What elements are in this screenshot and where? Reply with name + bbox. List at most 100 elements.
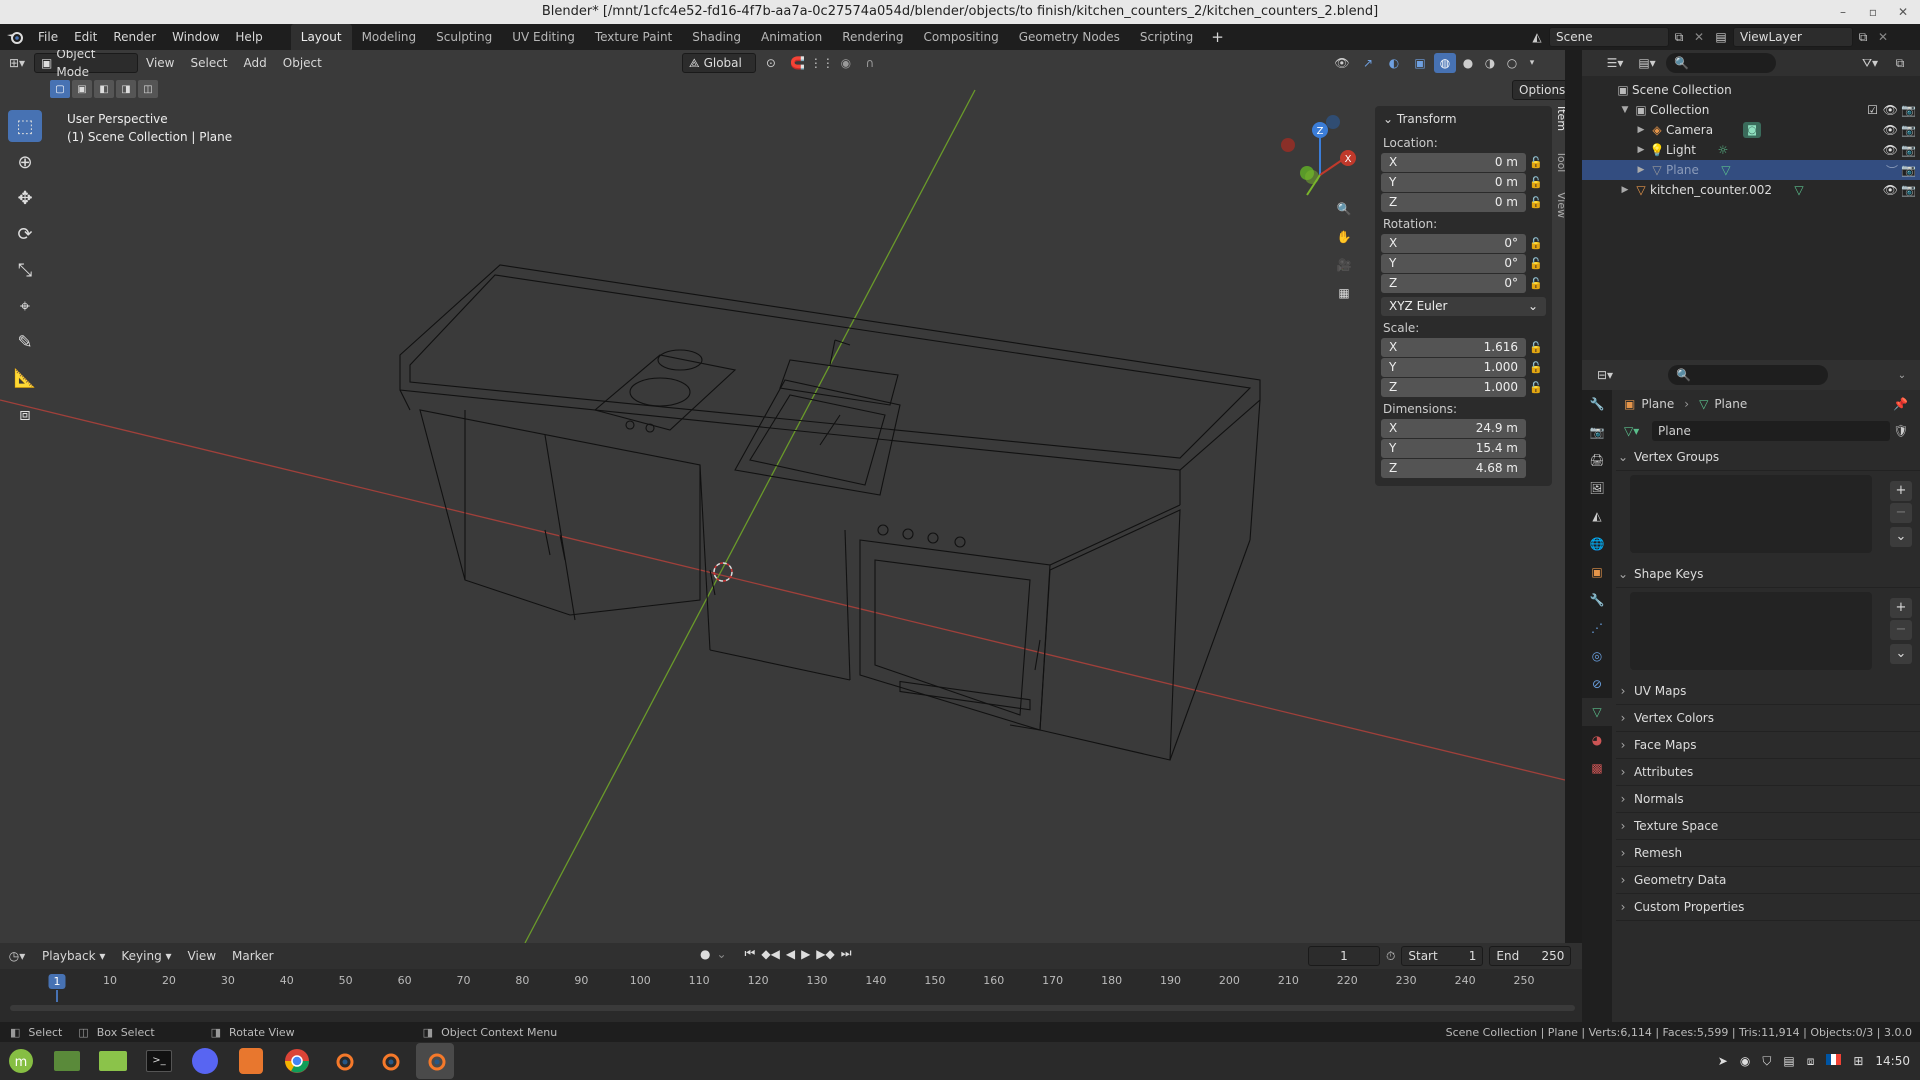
custom-properties-panel-header[interactable]: › Custom Properties — [1616, 894, 1920, 921]
add-workspace-icon[interactable]: + — [1203, 24, 1232, 50]
mesh-data-icon[interactable]: ▽ — [1790, 183, 1808, 197]
discord-icon[interactable] — [186, 1043, 224, 1079]
mesh-name-field[interactable]: Plane — [1652, 421, 1890, 441]
mesh-data-props-icon[interactable]: ▽ — [1582, 698, 1612, 726]
terminal-icon[interactable]: >_ — [140, 1043, 178, 1079]
rendered-shading-icon[interactable]: ○ — [1502, 56, 1522, 70]
mode-selector[interactable]: ▣ Object Mode — [34, 50, 138, 79]
camera-data-icon[interactable]: ◙ — [1743, 122, 1762, 138]
view-layer-props-icon[interactable]: 🖼 — [1582, 474, 1612, 502]
eye-icon[interactable]: 👁 — [1883, 123, 1898, 137]
wireframe-shading-icon[interactable]: ◍ — [1434, 53, 1456, 73]
properties-editor-icon[interactable]: ⊟▾ — [1590, 368, 1620, 382]
camera-render-icon[interactable]: 📷 — [1901, 103, 1916, 117]
blender-app-icon-active[interactable] — [416, 1043, 454, 1079]
pan-hand-icon[interactable]: ✋ — [1330, 223, 1358, 251]
outliner-item-kitchen-counter[interactable]: ▶ ▽ kitchen_counter.002 ▽ 👁 📷 — [1582, 180, 1920, 200]
remove-vertex-group-icon[interactable]: − — [1890, 503, 1912, 523]
new-collection-icon[interactable]: ⧉ — [1888, 56, 1912, 71]
dimensions-x-field[interactable]: X 24.9 m — [1381, 419, 1526, 438]
outliner-search-input[interactable]: 🔍 — [1666, 53, 1776, 73]
lock-icon[interactable]: 🔓 — [1526, 176, 1546, 189]
timeline-scrollbar[interactable] — [10, 1005, 1575, 1011]
add-cube-tool-icon[interactable]: ⧈ — [8, 398, 42, 430]
keyboard-layout-icon[interactable] — [1826, 1054, 1842, 1068]
rotation-y-field[interactable]: Y 0° — [1381, 254, 1526, 273]
shape-key-specials-icon[interactable]: ⌄ — [1890, 644, 1912, 664]
add-vertex-group-icon[interactable]: + — [1890, 481, 1912, 501]
tab-modeling[interactable]: Modeling — [352, 24, 427, 50]
scale-x-field[interactable]: X 1.616 — [1381, 338, 1526, 357]
scale-z-field[interactable]: Z 1.000 — [1381, 378, 1526, 397]
tab-shading[interactable]: Shading — [682, 24, 751, 50]
blender-app-icon-1[interactable] — [324, 1043, 362, 1079]
lock-icon[interactable]: 🔓 — [1526, 257, 1546, 270]
move-tool-icon[interactable]: ✥ — [8, 182, 42, 214]
transform-panel-header[interactable]: ⌄ Transform — [1375, 106, 1552, 132]
checkbox-icon[interactable]: ☑ — [1867, 103, 1878, 117]
dimensions-y-field[interactable]: Y 15.4 m — [1381, 439, 1526, 458]
face-maps-panel-header[interactable]: › Face Maps — [1616, 732, 1920, 759]
location-x-field[interactable]: X0 m — [1381, 153, 1526, 172]
network-icon[interactable]: ⊞ — [1853, 1054, 1863, 1068]
visibility-icon[interactable]: 👁 — [1330, 56, 1354, 70]
lock-icon[interactable]: 🔓 — [1526, 361, 1546, 374]
properties-search-input[interactable]: 🔍 — [1668, 365, 1828, 385]
render-props-icon[interactable]: 📷 — [1582, 418, 1612, 446]
record-icon[interactable]: ● — [700, 947, 710, 961]
ortho-toggle-icon[interactable]: ▦ — [1330, 279, 1358, 307]
editor-type-icon[interactable]: ⊞▾ — [0, 56, 34, 70]
scene-selector[interactable]: Scene — [1549, 27, 1669, 47]
material-props-icon[interactable]: ◕ — [1582, 726, 1612, 754]
play-reverse-icon[interactable]: ◀ — [786, 947, 795, 961]
fake-user-icon[interactable]: 🛡 — [1890, 424, 1912, 438]
tab-rendering[interactable]: Rendering — [832, 24, 913, 50]
camera-render-icon[interactable]: 📷 — [1901, 143, 1916, 157]
menu-edit[interactable]: Edit — [66, 24, 105, 50]
camera-render-icon[interactable]: 📷 — [1901, 163, 1916, 177]
object-props-icon[interactable]: ▣ — [1582, 558, 1612, 586]
lock-icon[interactable]: 🔓 — [1526, 196, 1546, 209]
mesh-browse-icon[interactable]: ▽▾ — [1624, 424, 1652, 438]
camera-render-icon[interactable]: 📷 — [1901, 123, 1916, 137]
play-icon[interactable]: ▶ — [801, 947, 810, 961]
chevron-down-icon[interactable]: ⌄ — [1892, 370, 1912, 381]
rotation-mode-dropdown[interactable]: XYZ Euler ⌄ — [1381, 297, 1546, 316]
remove-scene-icon[interactable]: ✕ — [1689, 30, 1709, 44]
new-view-layer-icon[interactable]: ⧉ — [1853, 30, 1873, 45]
blender-app-icon-2[interactable] — [370, 1043, 408, 1079]
texture-space-panel-header[interactable]: › Texture Space — [1616, 813, 1920, 840]
outliner-item-collection[interactable]: ▼ ▣ Collection ☑ 👁 📷 — [1582, 100, 1920, 120]
snap-icon[interactable]: 🧲 — [786, 56, 810, 70]
menu-help[interactable]: Help — [227, 24, 270, 50]
select-intersect-icon[interactable]: ◫ — [138, 80, 158, 98]
remove-view-layer-icon[interactable]: ✕ — [1873, 30, 1893, 44]
jump-end-icon[interactable]: ⏭ — [841, 946, 852, 961]
timeline-menu-keying[interactable]: Keying ▾ — [113, 943, 179, 969]
sidebar-tab-tool[interactable]: Tool — [1555, 151, 1565, 172]
outliner-item-light[interactable]: ▶ 💡 Light ☼ 👁 📷 — [1582, 140, 1920, 160]
timeline-editor-icon[interactable]: ◷▾ — [0, 949, 34, 963]
menu-window[interactable]: Window — [164, 24, 227, 50]
camera-view-icon[interactable]: 🎥 — [1330, 251, 1358, 279]
physics-props-icon[interactable]: ◎ — [1582, 642, 1612, 670]
proportional-edit-icon[interactable]: ◉ — [834, 56, 858, 70]
viewport-menu-view[interactable]: View — [138, 50, 182, 76]
timeline-ruler[interactable]: 1 10 20 30 40 50 60 70 80 90 100 110 120 130 140 150 160… — [0, 972, 1582, 1002]
scale-y-field[interactable]: Y 1.000 — [1381, 358, 1526, 377]
scene-props-icon[interactable]: ◭ — [1582, 502, 1612, 530]
tab-animation[interactable]: Animation — [751, 24, 832, 50]
world-props-icon[interactable]: 🌐 — [1582, 530, 1612, 558]
eye-icon[interactable]: 👁 — [1883, 183, 1898, 197]
sidebar-tab-view[interactable]: View — [1555, 192, 1565, 218]
transform-tool-icon[interactable]: ⌖ — [8, 290, 42, 322]
snap-target-icon[interactable]: ⋮⋮ — [810, 56, 834, 70]
tab-geometry-nodes[interactable]: Geometry Nodes — [1009, 24, 1130, 50]
display-mode-icon[interactable]: ▤▾ — [1634, 56, 1660, 70]
stopwatch-icon[interactable]: ⏱ — [1386, 949, 1395, 964]
chevron-down-icon[interactable]: ⌄ — [716, 947, 726, 961]
file-manager-icon[interactable] — [94, 1043, 132, 1079]
pin-icon[interactable]: 📌 — [1893, 397, 1908, 411]
timeline-menu-view[interactable]: View — [180, 943, 224, 969]
rotation-x-field[interactable]: X 0° — [1381, 234, 1526, 253]
